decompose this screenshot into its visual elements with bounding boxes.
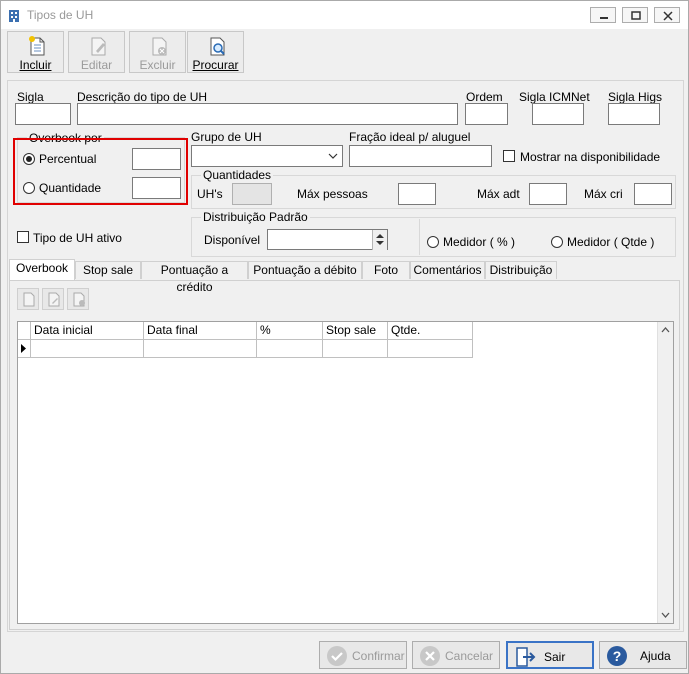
grid-scrollbar[interactable] <box>657 322 673 623</box>
tipo-uh-ativo-checkbox[interactable] <box>17 231 29 243</box>
new-document-icon <box>29 36 45 56</box>
overbook-grid[interactable]: Data inicial Data final % overbook Stop … <box>17 321 674 624</box>
sair-button[interactable]: Sair <box>506 641 594 669</box>
medidor-qtde-label: Medidor ( Qtde ) <box>567 235 655 249</box>
check-circle-icon <box>327 646 347 666</box>
building-icon <box>9 10 19 22</box>
quantidades-label: Quantidades <box>201 168 274 182</box>
column-header-stop-sale[interactable]: Stop sale <box>323 322 388 340</box>
ordem-field[interactable] <box>465 103 508 125</box>
grupo-uh-select[interactable] <box>191 145 343 167</box>
table-cell[interactable] <box>257 340 323 358</box>
mostrar-disponibilidade-label: Mostrar na disponibilidade <box>520 150 661 164</box>
tab-overbook[interactable]: Overbook <box>9 259 75 280</box>
table-cell[interactable] <box>388 340 473 358</box>
medidor-pct-radio[interactable] <box>427 236 439 248</box>
disponivel-spinner[interactable] <box>267 229 388 250</box>
distribuicao-padrao-label: Distribuição Padrão <box>201 210 310 224</box>
svg-text:?: ? <box>613 648 622 664</box>
restore-button[interactable] <box>622 7 648 23</box>
max-pessoas-label: Máx pessoas <box>297 187 368 201</box>
tab-stop-sale[interactable]: Stop sale <box>75 261 141 279</box>
procurar-button[interactable]: Procurar <box>187 31 244 73</box>
medidor-pct-label: Medidor ( % ) <box>443 235 516 249</box>
tipos-de-uh-window: Tipos de UH Incluir Editar Excluir Procu… <box>0 0 689 674</box>
restore-icon <box>631 11 641 20</box>
table-cell[interactable] <box>144 340 257 358</box>
close-button[interactable] <box>654 7 680 23</box>
window-title: Tipos de UH <box>27 8 94 22</box>
mostrar-disponibilidade-checkbox[interactable] <box>503 150 515 162</box>
excluir-button[interactable]: Excluir <box>129 31 186 73</box>
tab-foto[interactable]: Foto <box>362 261 410 279</box>
tab-pontuacao-credito[interactable]: Pontuação a crédito <box>141 261 248 294</box>
group-divider <box>419 219 420 255</box>
ordem-label: Ordem <box>466 90 503 104</box>
delete-document-icon <box>152 37 167 56</box>
grid-delete-button[interactable] <box>67 288 89 310</box>
grid-edit-button[interactable] <box>42 288 64 310</box>
confirmar-button[interactable]: Confirmar <box>319 641 407 669</box>
max-adt-field[interactable] <box>529 183 567 205</box>
spinner-buttons[interactable] <box>372 230 387 250</box>
new-row-icon <box>23 292 35 307</box>
uhs-field <box>232 183 272 205</box>
fracao-label: Fração ideal p/ aluguel <box>349 130 471 144</box>
tab-pontuacao-debito[interactable]: Pontuação a débito <box>248 261 362 279</box>
uhs-label: UH's <box>197 187 223 201</box>
minimize-button[interactable] <box>590 7 616 23</box>
tab-comentarios[interactable]: Comentários <box>410 261 485 279</box>
scroll-down-icon[interactable] <box>661 612 670 618</box>
incluir-button[interactable]: Incluir <box>7 31 64 73</box>
descricao-label: Descrição do tipo de UH <box>77 90 208 104</box>
max-cri-field[interactable] <box>634 183 672 205</box>
column-header-data-inicial[interactable]: Data inicial <box>31 322 144 340</box>
max-adt-label: Máx adt <box>477 187 520 201</box>
title-bar[interactable]: Tipos de UH <box>1 1 688 29</box>
ajuda-button[interactable]: ? Ajuda <box>599 641 687 669</box>
column-header-qtde-overbook[interactable]: Qtde. overbook <box>388 322 473 354</box>
delete-row-icon <box>73 292 85 307</box>
exit-door-icon <box>516 647 536 667</box>
cancelar-button[interactable]: Cancelar <box>412 641 500 669</box>
scroll-up-icon[interactable] <box>661 327 670 333</box>
spin-down-icon[interactable] <box>376 241 384 246</box>
sigla-higs-field[interactable] <box>608 103 660 125</box>
sigla-label: Sigla <box>17 90 44 104</box>
grid-add-button[interactable] <box>17 288 39 310</box>
descricao-field[interactable] <box>77 103 458 125</box>
spin-up-icon[interactable] <box>376 233 384 238</box>
close-icon <box>663 11 673 21</box>
editar-button[interactable]: Editar <box>68 31 125 73</box>
column-header-data-final[interactable]: Data final <box>144 322 257 340</box>
sigla-icmnet-field[interactable] <box>532 103 584 125</box>
grid-corner <box>18 322 31 340</box>
tipo-uh-ativo-label: Tipo de UH ativo <box>33 231 122 245</box>
search-document-icon <box>210 37 225 56</box>
sigla-higs-label: Sigla Higs <box>608 90 663 104</box>
grupo-uh-label: Grupo de UH <box>191 130 262 144</box>
current-row-arrow-icon <box>21 344 26 353</box>
fracao-field[interactable] <box>349 145 492 167</box>
chevron-down-icon <box>328 153 338 159</box>
help-icon: ? <box>607 646 627 666</box>
cancel-circle-icon <box>420 646 440 666</box>
tab-distribuicao[interactable]: Distribuição <box>485 261 557 279</box>
disponivel-label: Disponível <box>204 233 261 247</box>
sigla-icmnet-label: Sigla ICMNet <box>519 90 590 104</box>
table-cell[interactable] <box>323 340 388 358</box>
max-pessoas-field[interactable] <box>398 183 436 205</box>
column-header-pct-overbook[interactable]: % overbook <box>257 322 323 354</box>
minimize-icon <box>600 17 608 19</box>
table-cell[interactable] <box>31 340 144 358</box>
medidor-qtde-radio[interactable] <box>551 236 563 248</box>
edit-row-icon <box>48 292 60 307</box>
edit-document-icon <box>91 37 106 56</box>
row-indicator <box>18 340 31 358</box>
max-cri-label: Máx cri <box>584 187 623 201</box>
highlight-box <box>13 138 188 205</box>
sigla-field[interactable] <box>15 103 71 125</box>
